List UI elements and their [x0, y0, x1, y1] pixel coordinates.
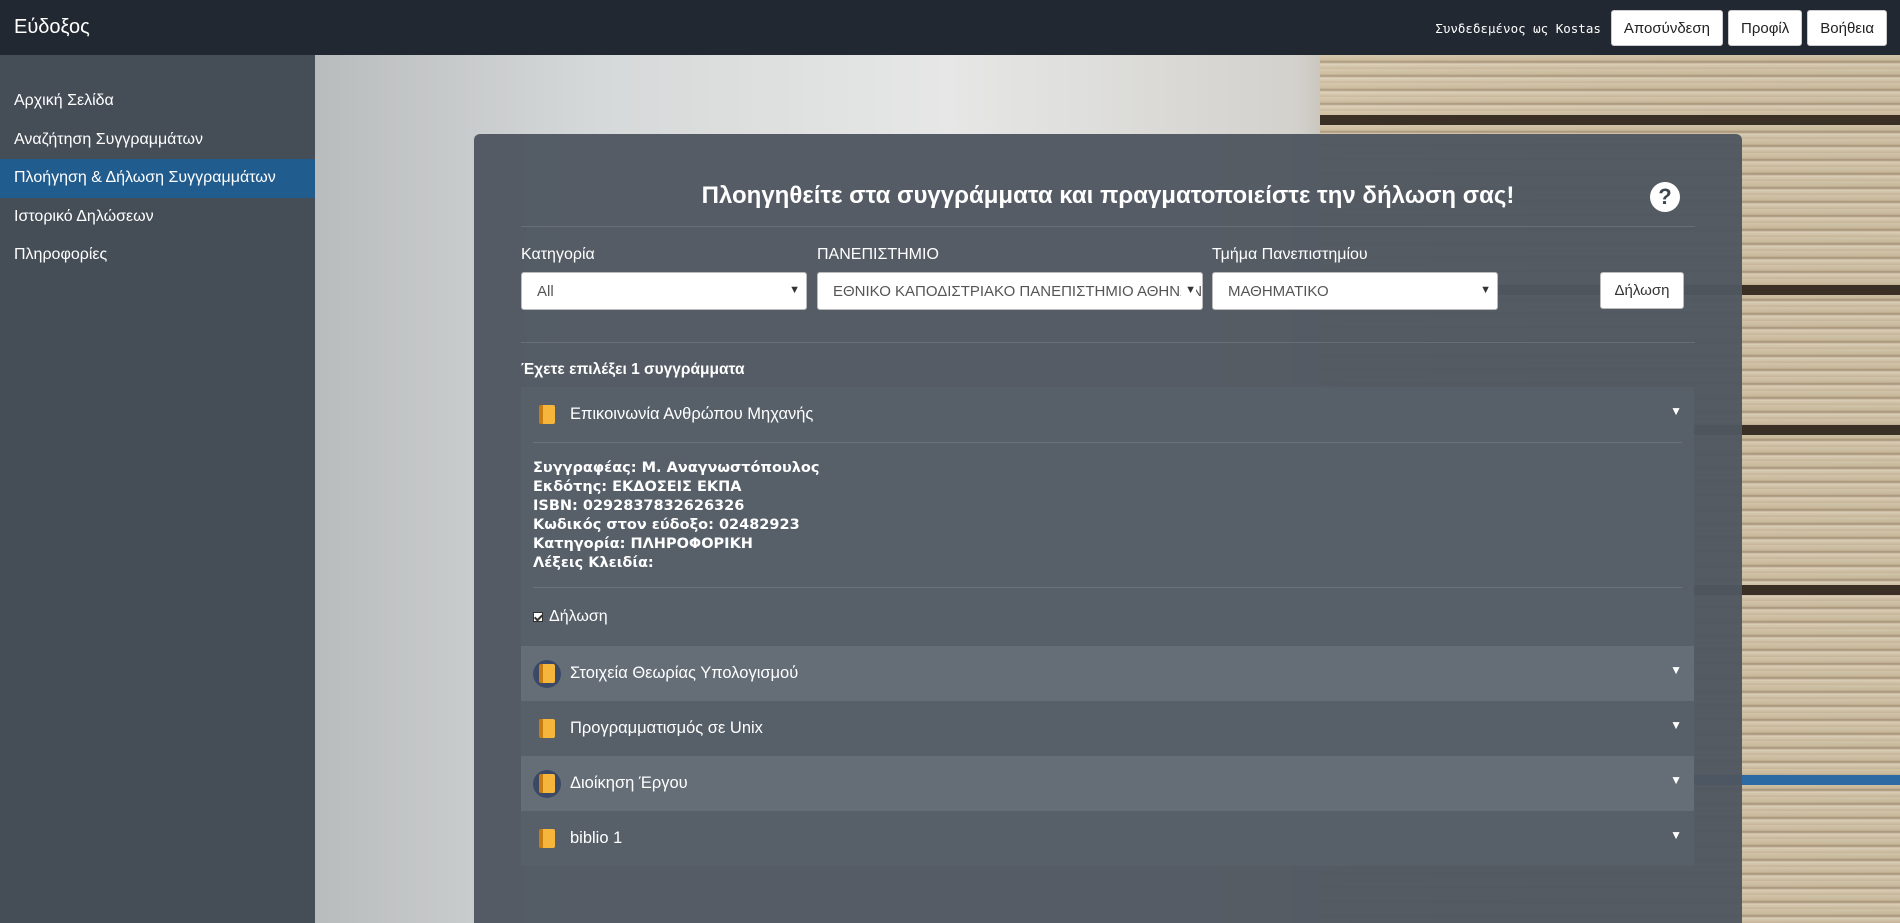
logout-button[interactable]: Αποσύνδεση	[1610, 10, 1723, 46]
page-title: Πλοηγηθείτε στα συγγράμματα και πραγματο…	[701, 182, 1515, 209]
book-title: Επικοινωνία Ανθρώπου Μηχανής	[570, 405, 814, 423]
main-panel: Πλοηγηθείτε στα συγγράμματα και πραγματο…	[474, 134, 1742, 923]
book-icon	[533, 401, 561, 429]
question-circle-icon[interactable]: ?	[1650, 182, 1680, 212]
sidebar-item-home[interactable]: Αρχική Σελίδα	[0, 82, 315, 121]
chevron-down-icon: ▼	[785, 284, 800, 296]
navbar-right: Συνδεδεμένος ως Kostas Αποσύνδεση Προφίλ…	[1435, 10, 1887, 46]
selected-count-text: Έχετε επιλέξει 1 συγγράμματα	[521, 361, 745, 378]
caret-down-icon[interactable]: ▼	[1670, 828, 1682, 842]
chevron-down-icon: ▼	[1476, 284, 1491, 296]
divider	[521, 226, 1695, 227]
department-select[interactable]: ΜΑΘΗΜΑΤΙΚΟ ▼	[1212, 272, 1498, 310]
university-label: ΠΑΝΕΠΙΣΤΗΜΙΟ	[817, 246, 939, 263]
logged-in-text: Συνδεδεμένος ως Kostas	[1435, 20, 1601, 36]
book-isbn: ISBN: 0292837832626326	[533, 498, 745, 514]
book-publisher: Εκδότης: ΕΚΔΟΣΕΙΣ ΕΚΠΑ	[533, 479, 742, 495]
brand-logo[interactable]: Εύδοξος	[14, 16, 90, 39]
category-filter: Κατηγορία All ▼	[521, 246, 807, 310]
book-icon	[533, 659, 561, 688]
book-item-header[interactable]: Στοιχεία Θεωρίας Υπολογισμού ▼	[521, 646, 1694, 701]
category-select[interactable]: All ▼	[521, 272, 807, 310]
book-item-header[interactable]: Προγραμματισμός σε Unix ▼	[521, 701, 1694, 756]
sidebar-item-history[interactable]: Ιστορικό Δηλώσεων	[0, 198, 315, 237]
caret-down-icon[interactable]: ▼	[1670, 773, 1682, 787]
sidebar-item-search[interactable]: Αναζήτηση Συγγραμμάτων	[0, 121, 315, 160]
book-title: biblio 1	[570, 829, 623, 847]
caret-down-icon[interactable]: ▼	[1670, 663, 1682, 677]
book-code: Κωδικός στον εύδοξο: 02482923	[533, 517, 800, 533]
declare-checkbox-row[interactable]: Δήλωση	[533, 588, 1682, 646]
book-item-body: Συγγραφέας: Μ. Αναγνωστόπουλος Εκδότης: …	[521, 442, 1694, 646]
book-details: Συγγραφέας: Μ. Αναγνωστόπουλος Εκδότης: …	[533, 443, 1682, 587]
book-icon	[533, 825, 561, 853]
book-item-header[interactable]: Διοίκηση Έργου ▼	[521, 756, 1694, 811]
help-button[interactable]: Βοήθεια	[1807, 10, 1887, 46]
chevron-down-icon: ▼	[1181, 284, 1196, 296]
department-label: Τμήμα Πανεπιστημίου	[1212, 246, 1368, 263]
divider	[521, 342, 1695, 343]
sidebar-item-info[interactable]: Πληροφορίες	[0, 236, 315, 275]
department-filter: Τμήμα Πανεπιστημίου ΜΑΘΗΜΑΤΙΚΟ ▼	[1212, 246, 1498, 310]
book-category: Κατηγορία: ΠΛΗΡΟΦΟΡΙΚΗ	[533, 536, 753, 552]
university-filter: ΠΑΝΕΠΙΣΤΗΜΙΟ ΕΘΝΙΚΟ ΚΑΠΟΔΙΣΤΡΙΑΚΟ ΠΑΝΕΠΙ…	[817, 246, 1203, 310]
caret-down-icon[interactable]: ▼	[1670, 404, 1682, 418]
top-navbar: Εύδοξος Συνδεδεμένος ως Kostas Αποσύνδεσ…	[0, 0, 1900, 55]
sidebar-item-browse-declare[interactable]: Πλοήγηση & Δήλωση Συγγραμμάτων	[0, 159, 315, 198]
category-label: Κατηγορία	[521, 246, 595, 263]
sidebar: Αρχική Σελίδα Αναζήτηση Συγγραμμάτων Πλο…	[0, 55, 315, 923]
declare-checkbox[interactable]	[533, 612, 543, 622]
book-title: Στοιχεία Θεωρίας Υπολογισμού	[570, 664, 799, 682]
book-icon	[533, 769, 561, 798]
book-author: Συγγραφέας: Μ. Αναγνωστόπουλος	[533, 460, 820, 476]
book-item-header[interactable]: biblio 1 ▼	[521, 811, 1694, 866]
book-keywords: Λέξεις Κλειδία:	[533, 555, 654, 571]
declare-checkbox-label: Δήλωση	[549, 608, 608, 625]
caret-down-icon[interactable]: ▼	[1670, 718, 1682, 732]
university-select[interactable]: ΕΘΝΙΚΟ ΚΑΠΟΔΙΣΤΡΙΑΚΟ ΠΑΝΕΠΙΣΤΗΜΙΟ ΑΘΗΝΩΝ…	[817, 272, 1203, 310]
book-icon	[533, 715, 561, 743]
department-value: ΜΑΘΗΜΑΤΙΚΟ	[1228, 282, 1329, 300]
book-title: Προγραμματισμός σε Unix	[570, 719, 763, 737]
university-value: ΕΘΝΙΚΟ ΚΑΠΟΔΙΣΤΡΙΑΚΟ ΠΑΝΕΠΙΣΤΗΜΙΟ ΑΘΗΝΩΝ	[833, 282, 1203, 300]
declare-button[interactable]: Δήλωση	[1600, 272, 1684, 309]
book-item-header[interactable]: Επικοινωνία Ανθρώπου Μηχανής ▼	[521, 387, 1694, 442]
profile-button[interactable]: Προφίλ	[1727, 10, 1803, 46]
book-divider	[1320, 115, 1900, 125]
category-value: All	[537, 282, 554, 300]
book-title: Διοίκηση Έργου	[570, 774, 688, 792]
books-accordion: Επικοινωνία Ανθρώπου Μηχανής ▼ Συγγραφέα…	[521, 387, 1694, 866]
